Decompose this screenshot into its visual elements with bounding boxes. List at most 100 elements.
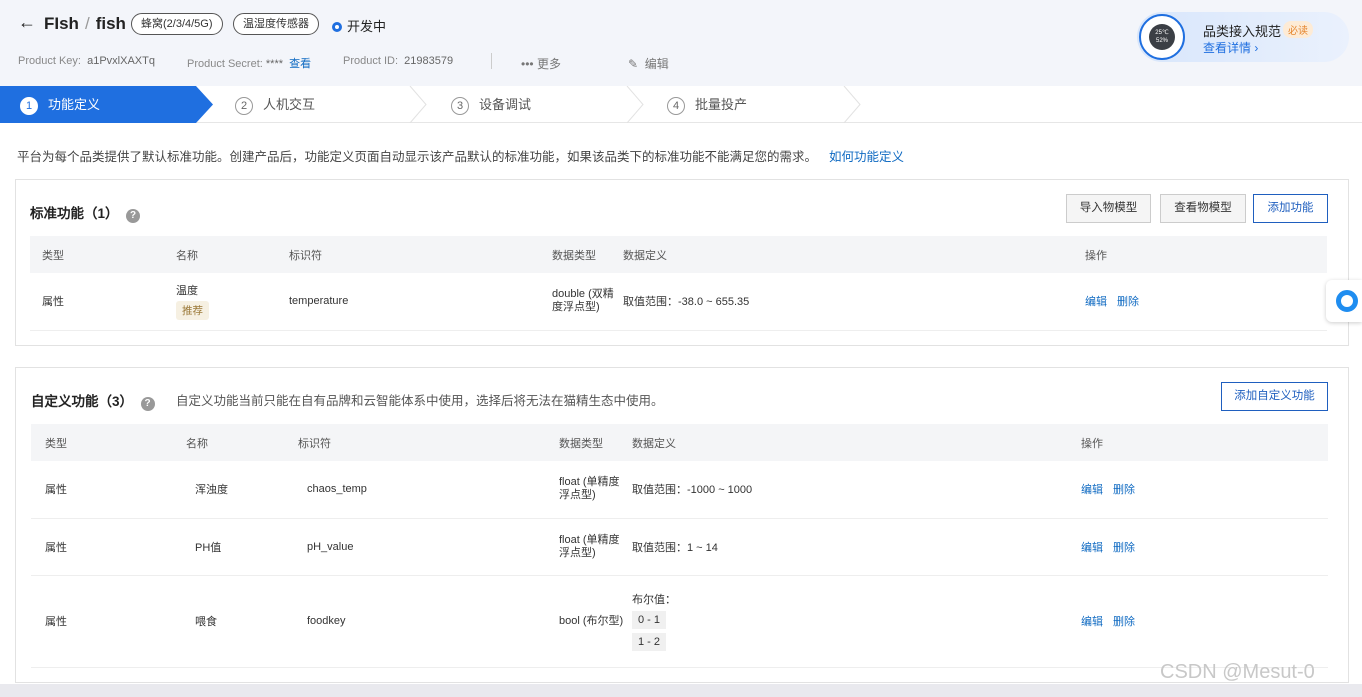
cell-ops: 编辑 删除 (1081, 518, 1328, 576)
divider (491, 53, 492, 69)
step-number: 1 (20, 97, 38, 115)
device-ring: 25℃ 52% (1139, 14, 1185, 60)
view-details-link[interactable]: 查看详情 › (1203, 39, 1258, 56)
product-id: Product ID: 21983579 (343, 55, 453, 67)
product-title: FIsh / fish (44, 14, 126, 34)
delete-link[interactable]: 删除 (1117, 296, 1139, 308)
product-key: Product Key: a1PvxlXAXTq (18, 55, 155, 67)
col-definition: 数据定义 (632, 424, 1081, 461)
more-label: 更多 (536, 57, 561, 71)
more-button[interactable]: ••• 更多 (521, 55, 561, 72)
status-dot-icon (332, 22, 342, 32)
edit-link[interactable]: 编辑 (1081, 484, 1103, 496)
step-label: 设备调试 (479, 97, 532, 112)
col-type: 类型 (30, 236, 176, 273)
edit-link[interactable]: 编辑 (1085, 296, 1107, 308)
step-label: 功能定义 (48, 97, 101, 112)
bool-value: 0 - 1 (632, 611, 667, 629)
step-navigation: 1 功能定义 2 人机交互 3 设备调试 4 批量投产 (0, 86, 1362, 123)
product-subname: fish (95, 14, 126, 33)
cell-identifier: foodkey (298, 575, 559, 668)
delete-link[interactable]: 删除 (1113, 484, 1135, 496)
cell-identifier: chaos_temp (298, 461, 559, 519)
thermometer-device-icon: 25℃ 52% (1149, 24, 1175, 50)
table-row: 属性 浑浊度 chaos_temp float (单精度浮点型) 取值范围：-1… (31, 461, 1328, 519)
product-key-label: Product Key: (18, 55, 81, 67)
view-model-button[interactable]: 查看物模型 (1160, 194, 1246, 223)
view-secret-link[interactable]: 查看 (289, 58, 311, 70)
product-header: ← FIsh / fish 蜂窝(2/3/4/5G) 温湿度传感器 开发中 Prod… (0, 0, 1362, 86)
add-function-button[interactable]: 添加功能 (1253, 194, 1328, 223)
cell-ops: 编辑 删除 (1081, 461, 1328, 519)
assistant-ring-icon (1336, 290, 1358, 312)
status-indicator: 开发中 (332, 16, 386, 35)
step-number: 3 (451, 97, 469, 115)
watermark: CSDN @Mesut-0 (1160, 661, 1315, 683)
cell-name: 喂食 (186, 575, 298, 668)
cell-datatype: bool (布尔型) (559, 575, 632, 668)
cell-definition: 取值范围：-1000 ~ 1000 (632, 461, 1081, 519)
cell-datatype: double (双精度浮点型) (552, 273, 623, 331)
cell-datatype: float (单精度浮点型) (559, 518, 632, 576)
network-tag: 蜂窝(2/3/4/5G) (131, 13, 223, 35)
cell-definition: 布尔值： 0 - 1 1 - 2 (632, 575, 1081, 668)
help-icon[interactable]: ? (140, 397, 155, 411)
cell-type: 属性 (31, 518, 186, 576)
col-datatype: 数据类型 (552, 236, 623, 273)
standard-functions-table: 类型 名称 标识符 数据类型 数据定义 操作 属性 温度 推荐 temperat… (30, 236, 1327, 331)
custom-functions-card: 自定义功能（3） ? 自定义功能当前只能在自有品牌和云智能体系中使用，选择后将无… (15, 367, 1349, 683)
table-row: 属性 喂食 foodkey bool (布尔型) 布尔值： 0 - 1 1 - … (31, 575, 1328, 668)
step-mass-production[interactable]: 4 批量投产 (667, 86, 747, 123)
pencil-icon: ✎ (628, 57, 639, 71)
custom-functions-table: 类型 名称 标识符 数据类型 数据定义 操作 属性 浑浊度 chaos_temp… (31, 424, 1328, 668)
device-humidity: 52% (1155, 38, 1168, 44)
import-model-button[interactable]: 导入物模型 (1066, 194, 1151, 223)
delete-link[interactable]: 删除 (1113, 616, 1135, 628)
add-custom-function-button[interactable]: 添加自定义功能 (1221, 382, 1328, 411)
edit-label: 编辑 (644, 57, 669, 71)
bool-value: 1 - 2 (632, 633, 667, 651)
step-chevron-icon (626, 86, 644, 123)
col-name: 名称 (186, 424, 298, 461)
more-dots-icon: ••• (521, 57, 534, 71)
col-definition: 数据定义 (623, 236, 1085, 273)
device-temp: 25℃ (1155, 30, 1169, 36)
product-secret-label: Product Secret: (187, 58, 263, 70)
step-chevron-icon (843, 86, 861, 123)
recommended-tag: 推荐 (176, 301, 209, 321)
step-device-debug[interactable]: 3 设备调试 (451, 86, 531, 123)
standard-title-text: 标准功能（1） (30, 206, 119, 221)
assistant-float-button[interactable] (1326, 280, 1362, 322)
step-hmi[interactable]: 2 人机交互 (235, 86, 315, 123)
category-tag: 温湿度传感器 (233, 13, 319, 35)
product-secret: Product Secret: **** 查看 (187, 55, 311, 71)
back-arrow-icon[interactable]: ← (18, 12, 36, 33)
edit-link[interactable]: 编辑 (1081, 616, 1103, 628)
intro-text: 平台为每个品类提供了默认标准功能。创建产品后，功能定义页面自动显示该产品默认的标… (17, 146, 904, 165)
function-name: 温度 (176, 285, 198, 298)
custom-note: 自定义功能当前只能在自有品牌和云智能体系中使用，选择后将无法在猫精生态中使用。 (176, 394, 664, 408)
step-label: 人机交互 (263, 97, 316, 112)
delete-link[interactable]: 删除 (1113, 542, 1135, 554)
category-spec-card[interactable]: 25℃ 52% 品类接入规范 必读 查看详情 › (1137, 12, 1349, 62)
standard-functions-card: 标准功能（1） ? 导入物模型 查看物模型 添加功能 类型 名称 标识符 数据类… (15, 179, 1349, 346)
spec-title: 品类接入规范 (1203, 24, 1282, 39)
edit-product-button[interactable]: ✎ 编辑 (628, 55, 669, 72)
cell-type: 属性 (31, 461, 186, 519)
step-number: 4 (667, 97, 685, 115)
step-function-definition[interactable]: 1 功能定义 (20, 86, 100, 123)
title-separator: / (84, 14, 90, 33)
col-name: 名称 (176, 236, 289, 273)
taskbar (0, 684, 1362, 697)
help-icon[interactable]: ? (126, 209, 141, 223)
cell-name: 温度 推荐 (176, 273, 289, 331)
custom-title-text: 自定义功能（3） (31, 394, 134, 409)
col-datatype: 数据类型 (559, 424, 632, 461)
edit-link[interactable]: 编辑 (1081, 542, 1103, 554)
cell-name: PH值 (186, 518, 298, 576)
cell-name: 浑浊度 (186, 461, 298, 519)
product-name: FIsh (44, 14, 79, 33)
cell-definition: 取值范围：1 ~ 14 (632, 518, 1081, 576)
how-to-define-link[interactable]: 如何功能定义 (829, 150, 904, 164)
cell-definition: 取值范围：-38.0 ~ 655.35 (623, 273, 1085, 331)
